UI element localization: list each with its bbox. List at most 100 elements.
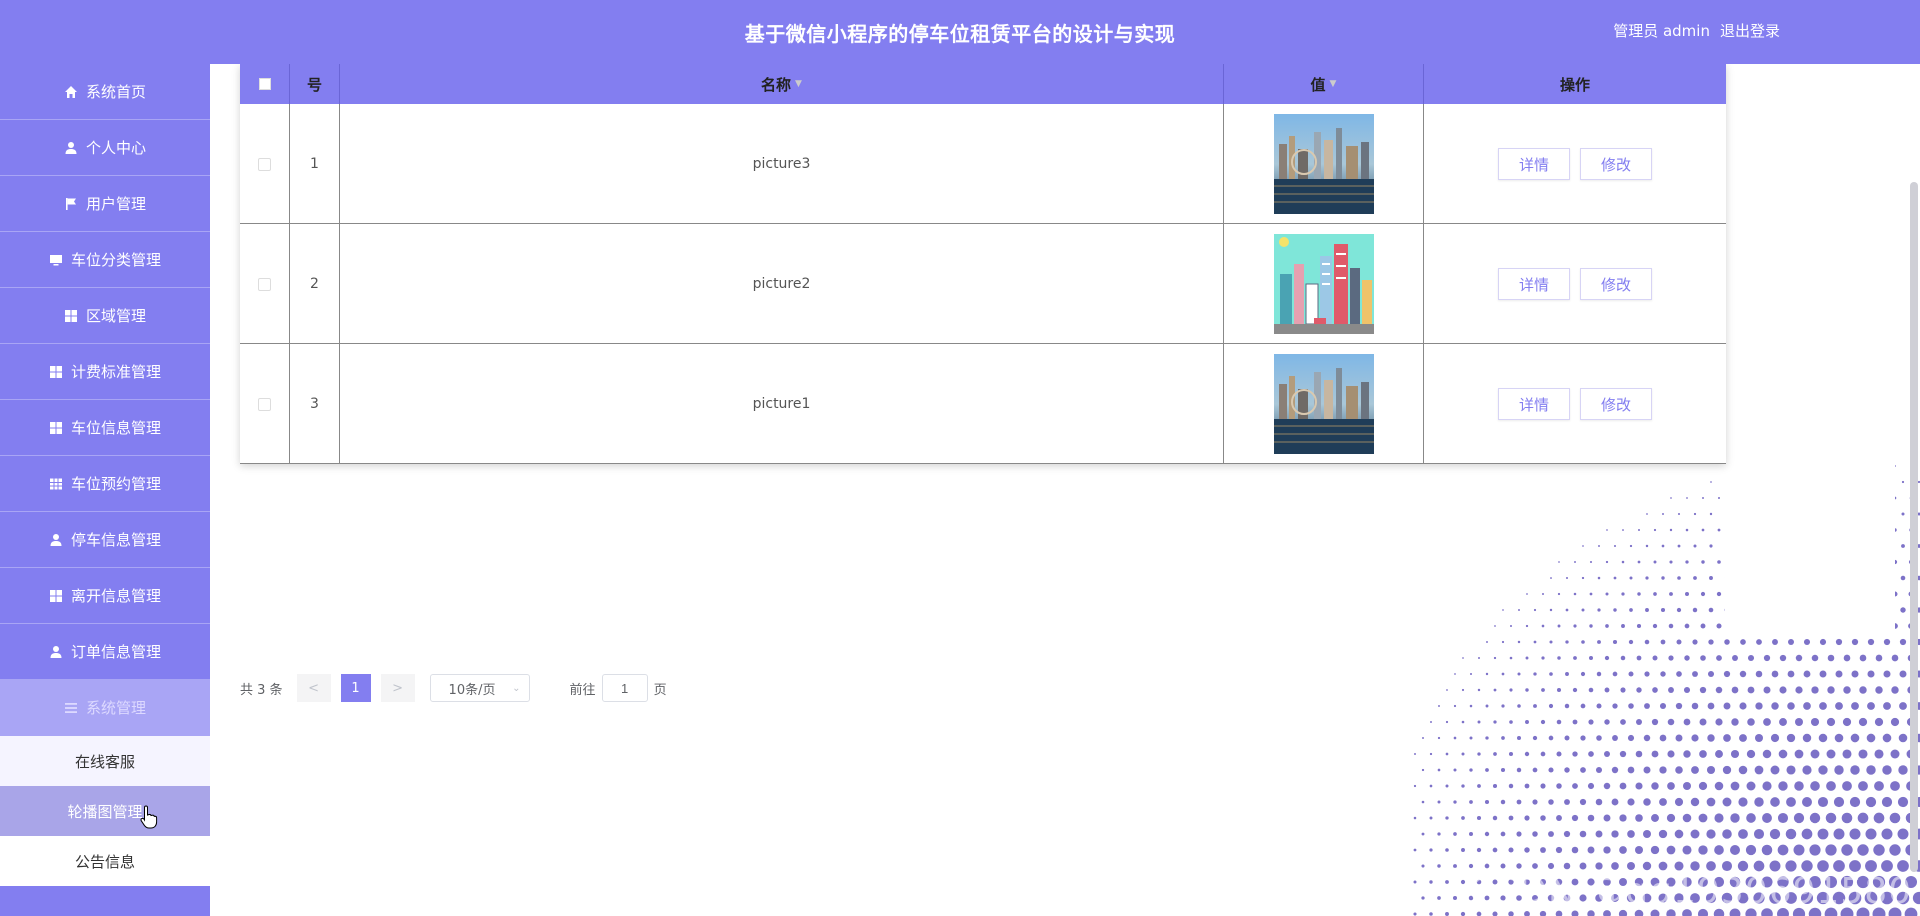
city-skyline-thumbnail[interactable] xyxy=(1273,354,1374,454)
sidebar-item-system[interactable]: 系统管理 xyxy=(0,680,210,736)
user-icon xyxy=(49,645,63,659)
row-image-cell xyxy=(1224,344,1424,464)
detail-button[interactable]: 详情 xyxy=(1497,388,1570,420)
select-all-checkbox[interactable] xyxy=(258,78,271,90)
page-size-value: 10条/页 xyxy=(448,682,496,698)
background-panel xyxy=(1725,300,1895,635)
prev-page-button[interactable]: < xyxy=(296,674,331,702)
page-number-current[interactable]: 1 xyxy=(340,674,371,702)
sidebar-item-space-category[interactable]: 车位分类管理 xyxy=(0,232,210,288)
sidebar-item-billing[interactable]: 计费标准管理 xyxy=(0,344,210,400)
sidebar-item-label: 区域管理 xyxy=(85,307,146,325)
row-actions: 详情 修改 xyxy=(1424,104,1726,224)
sidebar-item-users[interactable]: 用户管理 xyxy=(0,176,210,232)
next-page-button[interactable]: > xyxy=(380,674,415,702)
submenu-item-notice[interactable]: 公告信息 xyxy=(0,836,210,886)
city-skyline-thumbnail[interactable] xyxy=(1273,114,1374,214)
row-checkbox-cell[interactable] xyxy=(240,344,290,464)
detail-button[interactable]: 详情 xyxy=(1497,148,1570,180)
column-header-actions: 操作 xyxy=(1559,75,1590,94)
sidebar-item-area[interactable]: 区域管理 xyxy=(0,288,210,344)
edit-button[interactable]: 修改 xyxy=(1580,268,1653,300)
sidebar-item-label: 计费标准管理 xyxy=(70,363,161,381)
sidebar-item-reservation[interactable]: 车位预约管理 xyxy=(0,456,210,512)
sidebar-item-parking[interactable]: 停车信息管理 xyxy=(0,512,210,568)
row-name: picture2 xyxy=(340,224,1224,344)
chevron-down-icon: ⌄ xyxy=(512,682,521,694)
row-actions: 详情 修改 xyxy=(1424,344,1726,464)
sidebar-item-label: 用户管理 xyxy=(85,195,146,213)
detail-button[interactable]: 详情 xyxy=(1497,268,1570,300)
grid-icon xyxy=(49,421,63,435)
sort-icon[interactable]: ▼ xyxy=(795,79,802,89)
user-icon xyxy=(64,141,78,155)
submenu-item-carousel[interactable]: 轮播图管理 xyxy=(0,786,210,836)
edit-button[interactable]: 修改 xyxy=(1580,388,1653,420)
select-all-header[interactable] xyxy=(240,64,290,104)
user-icon xyxy=(49,533,63,547)
row-image-cell xyxy=(1224,224,1424,344)
sidebar-item-leave[interactable]: 离开信息管理 xyxy=(0,568,210,624)
goto-label: 前往 xyxy=(569,682,596,698)
watermark: CSDN @qq1930691580 xyxy=(1469,871,1912,912)
goto-page-input[interactable] xyxy=(601,674,648,702)
sidebar-item-home[interactable]: 系统首页 xyxy=(0,64,210,120)
column-header-value-label: 值 xyxy=(1310,75,1326,94)
hand-cursor-icon xyxy=(140,805,158,829)
page-scrollbar[interactable] xyxy=(1908,64,1920,916)
grid-icon xyxy=(49,365,63,379)
sidebar-item-profile[interactable]: 个人中心 xyxy=(0,120,210,176)
top-header: 基于微信小程序的停车位租赁平台的设计与实现 管理员 admin 退出登录 xyxy=(0,0,1920,64)
row-actions: 详情 修改 xyxy=(1424,224,1726,344)
logout-link[interactable]: 退出登录 xyxy=(1720,20,1780,41)
sidebar-item-label: 离开信息管理 xyxy=(70,587,161,605)
table-row: 3 picture1 详情 修改 xyxy=(240,344,1726,464)
row-index: 3 xyxy=(290,344,340,464)
page-jumper: 前往 页 xyxy=(570,674,667,702)
user-label: 管理员 admin xyxy=(1613,22,1710,40)
sidebar-item-label: 车位预约管理 xyxy=(70,475,161,493)
sidebar-item-label: 车位分类管理 xyxy=(70,251,161,269)
sidebar-item-label: 系统首页 xyxy=(85,83,146,101)
row-image-cell xyxy=(1224,104,1424,224)
page-size-select[interactable]: 10条/页 ⌄ xyxy=(429,674,530,702)
row-index: 2 xyxy=(290,224,340,344)
table-header: 号 名称 ▼ 值 ▼ 操作 xyxy=(240,64,1726,104)
submenu-item-online-service[interactable]: 在线客服 xyxy=(0,736,210,786)
table-row: 2 picture2 详情 修改 xyxy=(240,224,1726,344)
sidebar-item-label: 车位信息管理 xyxy=(70,419,161,437)
row-checkbox[interactable] xyxy=(258,157,271,171)
sort-icon[interactable]: ▼ xyxy=(1330,79,1337,89)
menu-icon xyxy=(64,701,78,715)
home-icon xyxy=(64,85,78,99)
sidebar-item-label: 系统管理 xyxy=(85,699,146,717)
sidebar-item-label: 停车信息管理 xyxy=(70,531,161,549)
carousel-table: 号 名称 ▼ 值 ▼ 操作 1 picture3 详情 修改 2 picture… xyxy=(240,64,1726,464)
row-checkbox-cell[interactable] xyxy=(240,224,290,344)
grid-icon xyxy=(49,589,63,603)
pagination: 共 3 条 < 1 > 10条/页 ⌄ 前往 页 xyxy=(240,674,667,702)
sidebar-item-label: 订单信息管理 xyxy=(70,643,161,661)
user-area: 管理员 admin 退出登录 xyxy=(1613,20,1780,41)
column-header-value[interactable]: 值 ▼ xyxy=(1224,64,1424,104)
table-row: 1 picture3 详情 修改 xyxy=(240,104,1726,224)
sidebar-item-orders[interactable]: 订单信息管理 xyxy=(0,624,210,680)
monitor-icon xyxy=(49,253,63,267)
sidebar-item-space-info[interactable]: 车位信息管理 xyxy=(0,400,210,456)
flag-icon xyxy=(64,197,78,211)
row-checkbox[interactable] xyxy=(258,277,271,291)
table-icon xyxy=(49,477,63,491)
grid-icon xyxy=(64,309,78,323)
row-checkbox-cell[interactable] xyxy=(240,104,290,224)
row-name: picture1 xyxy=(340,344,1224,464)
edit-button[interactable]: 修改 xyxy=(1580,148,1653,180)
column-header-name[interactable]: 名称 ▼ xyxy=(340,64,1224,104)
sidebar-item-label: 个人中心 xyxy=(85,139,146,157)
cartoon-city-thumbnail[interactable] xyxy=(1273,234,1374,334)
row-checkbox[interactable] xyxy=(258,397,271,411)
row-name: picture3 xyxy=(340,104,1224,224)
page-unit-label: 页 xyxy=(653,682,667,698)
total-count: 共 3 条 xyxy=(240,682,283,698)
scrollbar-thumb[interactable] xyxy=(1910,182,1918,872)
column-header-index: 号 xyxy=(290,64,340,104)
